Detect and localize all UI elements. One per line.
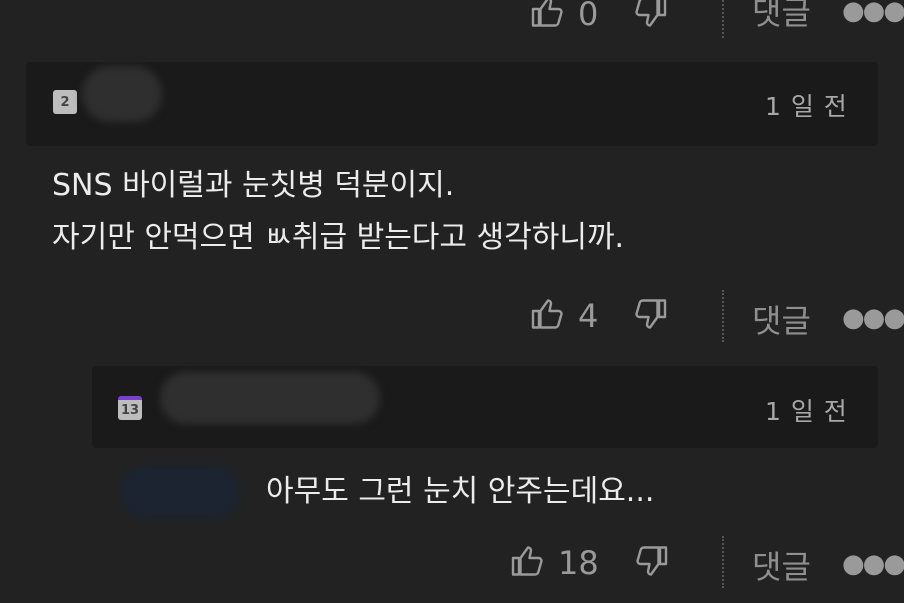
thumbs-up-icon[interactable] <box>530 296 570 336</box>
thumbs-down-icon[interactable] <box>632 0 672 34</box>
action-divider <box>722 536 724 588</box>
redacted-mention <box>120 466 240 518</box>
like-count: 4 <box>578 297 599 335</box>
thumbs-up-icon[interactable] <box>510 543 550 583</box>
thumbs-down-icon[interactable] <box>633 543 673 583</box>
more-dots-icon[interactable]: ●●● <box>842 549 904 579</box>
action-divider <box>722 290 724 342</box>
reply-button[interactable]: 댓글 <box>752 296 811 342</box>
level-badge: 13 <box>118 396 142 420</box>
comment-line: 자기만 안먹으면 ㅄ취급 받는다고 생각하니까. <box>52 220 625 255</box>
like-count: 18 <box>558 544 599 582</box>
comment-line: SNS 바이럴과 눈칫병 덕분이지. <box>52 168 455 203</box>
redacted-username <box>82 66 162 122</box>
thumbs-down-icon[interactable] <box>632 296 672 336</box>
comment-actions: 4 <box>530 296 672 336</box>
more-dots-icon[interactable]: ●●● <box>842 303 904 333</box>
comment-body: SNS 바이럴과 눈칫병 덕분이지. 자기만 안먹으면 ㅄ취급 받는다고 생각하… <box>52 160 624 264</box>
thumbs-up-icon[interactable] <box>530 0 570 34</box>
reply-button[interactable]: 댓글 <box>752 542 811 588</box>
level-badge: 2 <box>53 90 77 114</box>
like-count: 0 <box>578 0 599 33</box>
redacted-username <box>160 372 380 424</box>
reply-body: 아무도 그런 눈치 안주는데요... <box>266 474 655 509</box>
action-divider <box>722 0 724 38</box>
reply-actions: 18 <box>510 543 673 583</box>
comment-actions-top: 0 <box>530 0 672 34</box>
reply-button[interactable]: 댓글 <box>752 0 811 34</box>
timestamp: 1 일 전 <box>765 397 848 426</box>
timestamp: 1 일 전 <box>765 92 848 121</box>
more-dots-icon[interactable]: ●●● <box>842 0 904 26</box>
